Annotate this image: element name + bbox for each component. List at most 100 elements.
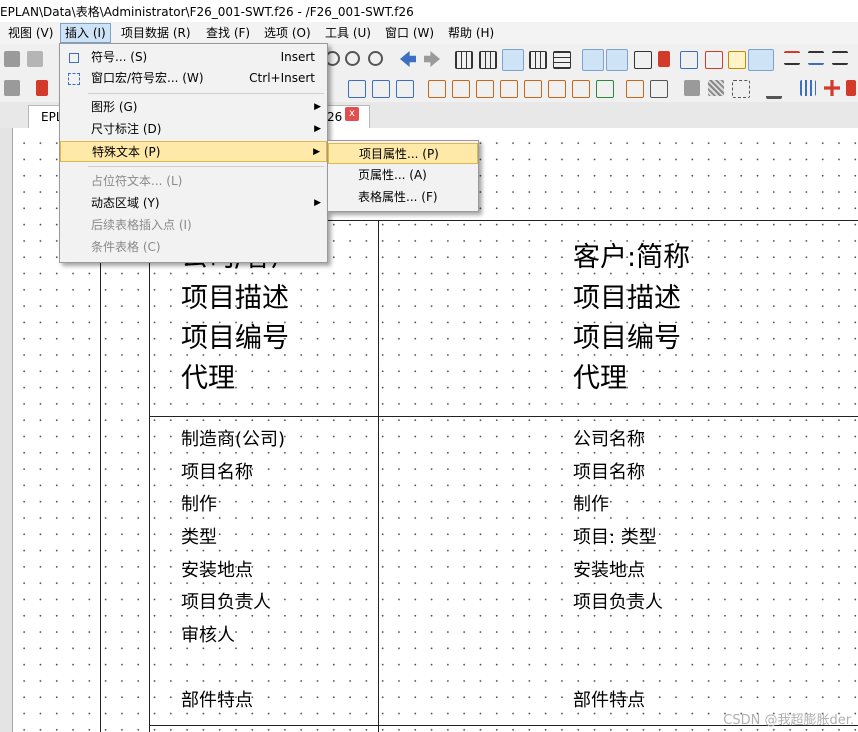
menu-item-placeholder-text[interactable]: 占位符文本... (L) — [60, 171, 327, 192]
frame-line-left — [100, 220, 101, 732]
dashed-box-icon[interactable] — [732, 80, 750, 98]
device-a-icon[interactable] — [626, 80, 644, 98]
left-small-text[interactable]: 制造商(公司) — [181, 424, 285, 457]
menu-item-symbol[interactable]: 符号... (S) Insert — [60, 47, 327, 68]
left-small-text[interactable]: 类型 — [181, 522, 217, 555]
grid-d-icon[interactable] — [529, 51, 547, 69]
right-small-text[interactable]: 制作 — [573, 489, 609, 522]
watermark: CSDN @我超膨胀der. — [723, 713, 854, 728]
stop-icon[interactable] — [36, 80, 48, 96]
menu-options[interactable]: 选项 (O) — [260, 24, 315, 42]
submenu-arrow-icon: ▶ — [314, 124, 321, 134]
left-big-text[interactable]: 代理 — [181, 359, 235, 399]
zoom-out-icon[interactable] — [345, 51, 360, 66]
menu-item-special-text[interactable]: 特殊文本 (P) ▶ — [60, 141, 327, 162]
menu-insert[interactable]: 插入 (I) — [60, 23, 111, 43]
menu-window[interactable]: 窗口 (W) — [381, 24, 438, 42]
menu-item-window-macro[interactable]: 窗口宏/符号宏... (W) Ctrl+Insert — [60, 68, 327, 89]
ground-icon[interactable] — [766, 80, 782, 99]
left-small-text[interactable]: 制作 — [181, 489, 217, 522]
conn-f-icon[interactable] — [548, 80, 566, 98]
cross-icon[interactable] — [824, 80, 840, 96]
macro-a-icon[interactable] — [348, 80, 366, 98]
brush-icon[interactable] — [4, 51, 20, 67]
left-small-text[interactable]: 项目名称 — [181, 457, 253, 490]
conn-b-icon[interactable] — [452, 80, 470, 98]
grid-a-icon[interactable] — [455, 51, 473, 69]
left-small-text[interactable]: 部件特点 — [181, 685, 253, 718]
zoom-100-icon[interactable] — [368, 51, 383, 66]
menu-item-dynamic-area[interactable]: 动态区域 (Y) ▶ — [60, 193, 327, 214]
lines-c-icon[interactable] — [832, 51, 848, 65]
fill-a-icon[interactable] — [684, 80, 700, 96]
arrow-forward-icon[interactable] — [424, 51, 440, 67]
menu-separator — [88, 93, 324, 94]
conn-h-icon[interactable] — [596, 80, 614, 98]
title-bar: EPLAN\Data\表格\Administrator\F26_001-SWT.… — [0, 0, 858, 22]
submenu-item-page-properties[interactable]: 页属性... (A) — [328, 165, 478, 186]
menu-separator — [88, 166, 324, 167]
menu-help[interactable]: 帮助 (H) — [444, 24, 498, 42]
macro-icon — [68, 73, 80, 85]
right-big-text[interactable]: 项目编号 — [573, 319, 681, 359]
left-panel-edge — [0, 128, 13, 732]
conn-d-icon[interactable] — [500, 80, 518, 98]
lines-b-icon[interactable] — [808, 51, 824, 65]
menu-item-dimension[interactable]: 尺寸标注 (D) ▶ — [60, 119, 327, 140]
conn-a-icon[interactable] — [428, 80, 446, 98]
menu-item-graphics[interactable]: 图形 (G) ▶ — [60, 97, 327, 118]
insert-menu-dropdown: 符号... (S) Insert 窗口宏/符号宏... (W) Ctrl+Ins… — [59, 43, 328, 263]
submenu-item-form-properties[interactable]: 表格属性... (F) — [328, 187, 478, 208]
layer-icon[interactable] — [748, 49, 774, 71]
eraser-icon[interactable] — [27, 51, 43, 67]
macro-c-icon[interactable] — [396, 80, 414, 98]
magnet-icon[interactable] — [658, 51, 670, 67]
conn-g-icon[interactable] — [572, 80, 590, 98]
menu-tools[interactable]: 工具 (U) — [321, 24, 375, 42]
grid-snap-icon[interactable] — [582, 49, 604, 71]
menu-item-subsequent-insert[interactable]: 后续表格插入点 (I) — [60, 215, 327, 236]
submenu-item-project-properties[interactable]: 项目属性... (P) — [328, 143, 478, 164]
hash-icon[interactable] — [634, 51, 652, 69]
right-big-text[interactable]: 客户:简称 — [573, 238, 690, 278]
busbar-icon[interactable] — [800, 80, 816, 96]
left-big-text[interactable]: 项目编号 — [181, 319, 289, 359]
right-small-text[interactable]: 项目负责人 — [573, 587, 663, 620]
right-small-text[interactable]: 部件特点 — [573, 685, 645, 718]
menu-project-data[interactable]: 项目数据 (R) — [117, 24, 195, 42]
left-small-text[interactable]: 项目负责人 — [181, 587, 271, 620]
menu-item-conditional-form[interactable]: 条件表格 (C) — [60, 237, 327, 258]
lines-a-icon[interactable] — [784, 51, 800, 65]
right-small-text[interactable]: 安装地点 — [573, 555, 645, 588]
left-big-text[interactable]: 项目描述 — [181, 279, 289, 319]
pointer-icon[interactable] — [4, 80, 20, 96]
menu-view[interactable]: 视图 (V) — [4, 24, 57, 42]
right-big-text[interactable]: 项目描述 — [573, 279, 681, 319]
conn-c-icon[interactable] — [476, 80, 494, 98]
scale-icon[interactable] — [728, 51, 746, 69]
right-small-text[interactable]: 项目名称 — [573, 457, 645, 490]
window-title: EPLAN\Data\表格\Administrator\F26_001-SWT.… — [0, 5, 414, 19]
hatch-icon[interactable] — [708, 80, 724, 96]
grid-b-icon[interactable] — [479, 51, 497, 69]
symbol-icon — [69, 53, 79, 63]
angle-icon[interactable] — [680, 51, 698, 69]
arrow-back-icon[interactable] — [400, 51, 416, 67]
close-tab-icon[interactable]: x — [345, 107, 359, 121]
conn-e-icon[interactable] — [524, 80, 542, 98]
measure-icon[interactable] — [705, 51, 723, 69]
right-big-text[interactable]: 代理 — [573, 359, 627, 399]
menu-bar: 视图 (V) 插入 (I) 项目数据 (R) 查找 (F) 选项 (O) 工具 … — [0, 22, 858, 44]
device-b-icon[interactable] — [650, 80, 668, 98]
object-snap-icon[interactable] — [606, 49, 628, 71]
left-small-text[interactable]: 审核人 — [181, 620, 235, 653]
macro-b-icon[interactable] — [372, 80, 390, 98]
menu-find[interactable]: 查找 (F) — [202, 24, 254, 42]
grid-e-icon[interactable] — [553, 51, 571, 69]
right-small-text[interactable]: 公司名称 — [573, 424, 645, 457]
special-text-submenu: 项目属性... (P) 页属性... (A) 表格属性... (F) — [327, 140, 479, 212]
grid-c-icon[interactable] — [502, 49, 524, 71]
left-small-text[interactable]: 安装地点 — [181, 555, 253, 588]
terminal-icon[interactable] — [846, 80, 856, 96]
right-small-text[interactable]: 项目: 类型 — [573, 522, 657, 555]
